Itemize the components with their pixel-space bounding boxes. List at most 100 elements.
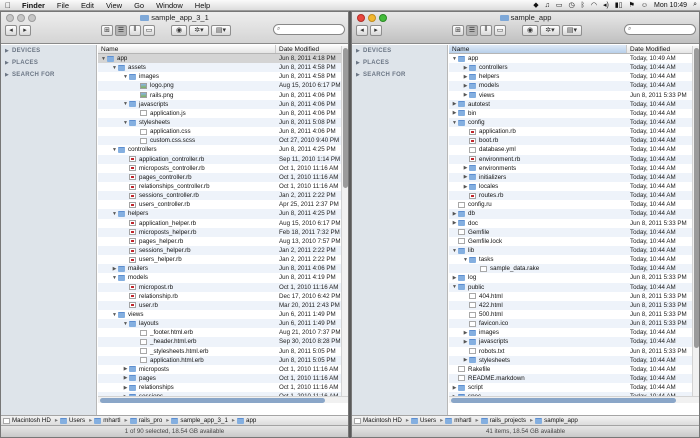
disclosure-triangle-icon[interactable]: ▶ xyxy=(462,184,469,190)
table-row[interactable]: ▶ models Today, 10:44 AM xyxy=(449,81,699,91)
path-item[interactable]: app xyxy=(237,417,258,424)
table-row[interactable]: 404.html Jun 8, 2011 5:33 PM xyxy=(449,292,699,301)
battery-icon[interactable]: ▮▯ xyxy=(612,1,626,9)
search-field[interactable]: ⌕ xyxy=(624,24,696,35)
table-row[interactable]: boot.rb Today, 10:44 AM xyxy=(449,136,699,146)
action-gear-icon[interactable]: ✲▾ xyxy=(189,24,209,36)
path-item[interactable]: Macintosh HD xyxy=(3,417,53,424)
sidebar-section-search-for[interactable]: ▶ SEARCH FOR xyxy=(1,69,96,81)
flag-icon[interactable]: ⚑ xyxy=(626,1,638,9)
table-row[interactable]: ▼ views Jun 6, 2011 1:49 PM xyxy=(98,310,348,319)
horizontal-scrollbar[interactable] xyxy=(98,396,348,403)
action-gear-icon[interactable]: ✲▾ xyxy=(540,24,560,36)
table-row[interactable]: routes.rb Today, 10:44 AM xyxy=(449,191,699,201)
menu-edit[interactable]: Edit xyxy=(75,1,100,10)
table-row[interactable]: user.rb Mar 20, 2011 2:43 PM xyxy=(98,300,348,310)
table-row[interactable]: sample_data.rake Today, 10:44 AM xyxy=(449,264,699,274)
table-row[interactable]: logo.png Aug 15, 2010 6:17 PM xyxy=(98,81,348,91)
disclosure-triangle-icon[interactable]: ▼ xyxy=(111,65,118,71)
table-row[interactable]: ▶ db Today, 10:44 AM xyxy=(449,209,699,219)
menubar-clock[interactable]: Mon 10:49 xyxy=(651,2,690,9)
column-header-name[interactable]: Name xyxy=(98,45,276,53)
table-row[interactable]: ▶ mailers Jun 8, 2011 4:06 PM xyxy=(98,264,348,274)
path-item[interactable]: mhartl xyxy=(94,417,122,424)
spotlight-icon[interactable]: ⌕ xyxy=(690,1,700,9)
disclosure-triangle-icon[interactable]: ▶ xyxy=(462,174,469,180)
table-row[interactable]: ▼ layouts Jun 6, 2011 1:49 PM xyxy=(98,319,348,329)
wifi-icon[interactable]: ◠ xyxy=(588,1,600,9)
table-row[interactable]: _stylesheets.html.erb Jun 8, 2011 5:05 PM xyxy=(98,347,348,356)
scroll-thumb[interactable] xyxy=(451,398,676,403)
table-row[interactable]: sessions_controller.rb Jan 2, 2011 2:22 P… xyxy=(98,191,348,201)
table-row[interactable]: ▶ microposts Oct 1, 2010 11:16 AM xyxy=(98,365,348,374)
disclosure-triangle-icon[interactable]: ▶ xyxy=(462,330,469,336)
table-row[interactable]: application.html.erb Jun 8, 2011 5:05 PM xyxy=(98,355,348,365)
table-row[interactable]: ▶ helpers Today, 10:44 AM xyxy=(449,72,699,81)
coverflow-view-button[interactable]: ▭ xyxy=(494,24,506,36)
table-row[interactable]: ▼ tasks Today, 10:44 AM xyxy=(449,255,699,264)
scroll-thumb[interactable] xyxy=(100,398,325,403)
disclosure-triangle-icon[interactable]: ▶ xyxy=(462,83,469,89)
disclosure-triangle-icon[interactable]: ▶ xyxy=(462,357,469,363)
table-row[interactable]: ▶ bin Today, 10:44 AM xyxy=(449,109,699,118)
disclosure-triangle-icon[interactable]: ▶ xyxy=(462,65,469,71)
table-row[interactable]: ▼ lib Today, 10:44 AM xyxy=(449,245,699,256)
disclosure-triangle-icon[interactable]: ▼ xyxy=(111,275,118,281)
disclosure-triangle-icon[interactable]: ▼ xyxy=(451,56,458,62)
table-row[interactable]: ▶ stylesheets Today, 10:44 AM xyxy=(449,355,699,365)
table-row[interactable]: ▼ stylesheets Jun 8, 2011 5:08 PM xyxy=(98,117,348,128)
table-row[interactable]: ▼ models Jun 8, 2011 4:19 PM xyxy=(98,273,348,282)
table-row[interactable]: application.rb Today, 10:44 AM xyxy=(449,127,699,136)
disclosure-triangle-icon[interactable]: ▼ xyxy=(462,257,469,263)
sidebar-section-places[interactable]: ▶ PLACES xyxy=(352,57,447,69)
quicklook-button[interactable]: ◉ xyxy=(522,24,538,36)
monitor-icon[interactable]: ▭ xyxy=(553,1,566,9)
disclosure-triangle-icon[interactable]: ▼ xyxy=(100,56,107,62)
table-row[interactable]: custom.css.scss Oct 27, 2010 9:40 PM xyxy=(98,136,348,146)
table-row[interactable]: _footer.html.erb Aug 21, 2010 7:37 PM xyxy=(98,328,348,337)
table-row[interactable]: users_helper.rb Jan 2, 2011 2:22 PM xyxy=(98,255,348,264)
path-item[interactable]: Users xyxy=(59,417,87,424)
vertical-scrollbar[interactable] xyxy=(692,46,699,403)
volume-icon[interactable]: ◂) xyxy=(600,1,612,9)
path-item[interactable]: sample_app_3_1 xyxy=(171,417,229,424)
bluetooth-icon[interactable]: ᛒ xyxy=(578,2,588,9)
disclosure-triangle-icon[interactable]: ▼ xyxy=(122,321,129,327)
search-input[interactable] xyxy=(631,26,692,33)
table-row[interactable]: ▼ assets Jun 8, 2011 4:58 PM xyxy=(98,63,348,73)
disclosure-triangle-icon[interactable]: ▶ xyxy=(451,211,458,217)
table-row[interactable]: microposts_controller.rb Oct 1, 2010 11:1… xyxy=(98,164,348,173)
table-row[interactable]: ▼ public Today, 10:44 AM xyxy=(449,282,699,292)
table-row[interactable]: ▼ app Jun 8, 2011 4:18 PM xyxy=(98,54,348,64)
table-row[interactable]: ▶ initializers Today, 10:44 AM xyxy=(449,172,699,182)
timemachine-icon[interactable]: ◷ xyxy=(566,1,578,9)
share-arrange-button[interactable]: ▤▾ xyxy=(211,24,231,36)
table-row[interactable]: micropost.rb Oct 1, 2010 11:16 AM xyxy=(98,282,348,292)
table-row[interactable]: 422.html Jun 8, 2011 5:33 PM xyxy=(449,300,699,310)
disclosure-triangle-icon[interactable]: ▶ xyxy=(356,72,363,78)
table-row[interactable]: ▶ environments Today, 10:44 AM xyxy=(449,164,699,173)
icon-view-button[interactable]: ⊞ xyxy=(101,24,113,36)
disclosure-triangle-icon[interactable]: ▶ xyxy=(462,165,469,171)
table-row[interactable]: ▼ controllers Jun 8, 2011 4:25 PM xyxy=(98,145,348,154)
table-row[interactable]: ▼ app Today, 10:49 AM xyxy=(449,54,699,63)
disclosure-triangle-icon[interactable]: ▶ xyxy=(5,48,12,54)
quicklook-button[interactable]: ◉ xyxy=(171,24,187,36)
disclosure-triangle-icon[interactable]: ▶ xyxy=(462,74,469,80)
table-row[interactable]: environment.rb Today, 10:44 AM xyxy=(449,154,699,164)
menu-view[interactable]: View xyxy=(100,1,128,10)
horizontal-scrollbar[interactable] xyxy=(449,396,699,403)
column-header-name[interactable]: Name xyxy=(449,45,627,53)
disclosure-triangle-icon[interactable]: ▼ xyxy=(122,120,129,126)
table-row[interactable]: ▶ relationships Oct 1, 2010 11:16 AM xyxy=(98,383,348,392)
path-item[interactable]: Macintosh HD xyxy=(354,417,404,424)
table-row[interactable]: microposts_helper.rb Feb 18, 2011 7:32 PM xyxy=(98,227,348,237)
table-row[interactable]: README.markdown Today, 10:44 AM xyxy=(449,373,699,384)
column-view-button[interactable]: ⫴ xyxy=(129,24,141,36)
disclosure-triangle-icon[interactable]: ▶ xyxy=(451,385,458,391)
disclosure-triangle-icon[interactable]: ▶ xyxy=(356,48,363,54)
list-view-button[interactable]: ☰ xyxy=(115,24,127,36)
disclosure-triangle-icon[interactable]: ▶ xyxy=(462,339,469,345)
table-row[interactable]: pages_helper.rb Aug 13, 2010 7:57 PM xyxy=(98,237,348,246)
table-row[interactable]: ▼ helpers Jun 8, 2011 4:25 PM xyxy=(98,209,348,219)
